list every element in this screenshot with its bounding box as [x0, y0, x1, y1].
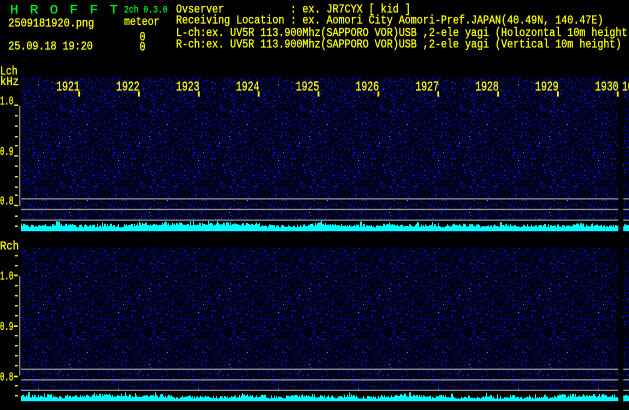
svg-text:25.09.18 19:20: 25.09.18 19:20: [8, 39, 93, 53]
svg-text:T: T: [110, 3, 119, 18]
svg-text:10: 10: [622, 79, 629, 95]
svg-text:1924: 1924: [236, 79, 260, 95]
svg-text:1930: 1930: [595, 79, 619, 95]
svg-text:1925: 1925: [296, 79, 320, 95]
svg-text:1922: 1922: [116, 79, 139, 95]
svg-text:R-ch:ex. UV5R 113.900Mhz(SAPPO: R-ch:ex. UV5R 113.900Mhz(SAPPORO VOR)USB…: [176, 37, 621, 51]
svg-text:0.8: 0.8: [0, 195, 13, 209]
svg-text:1923: 1923: [176, 79, 200, 95]
svg-text:0: 0: [140, 39, 146, 54]
svg-text:1927: 1927: [415, 79, 439, 95]
svg-text:1928: 1928: [475, 79, 499, 95]
svg-text:1929: 1929: [535, 79, 559, 95]
svg-text:1921: 1921: [56, 79, 80, 95]
svg-text:1.0: 1.0: [0, 94, 13, 108]
svg-text:1.0: 1.0: [0, 269, 13, 283]
svg-text:kHz: kHz: [0, 75, 19, 89]
svg-text:Rch: Rch: [0, 240, 19, 254]
svg-text:0.9: 0.9: [0, 320, 13, 334]
svg-text:meteor: meteor: [124, 15, 160, 29]
svg-text:2509181920.png: 2509181920.png: [8, 16, 94, 30]
svg-text:0.9: 0.9: [0, 145, 13, 159]
svg-text:0.8: 0.8: [0, 370, 13, 384]
svg-text:1926: 1926: [356, 79, 380, 95]
